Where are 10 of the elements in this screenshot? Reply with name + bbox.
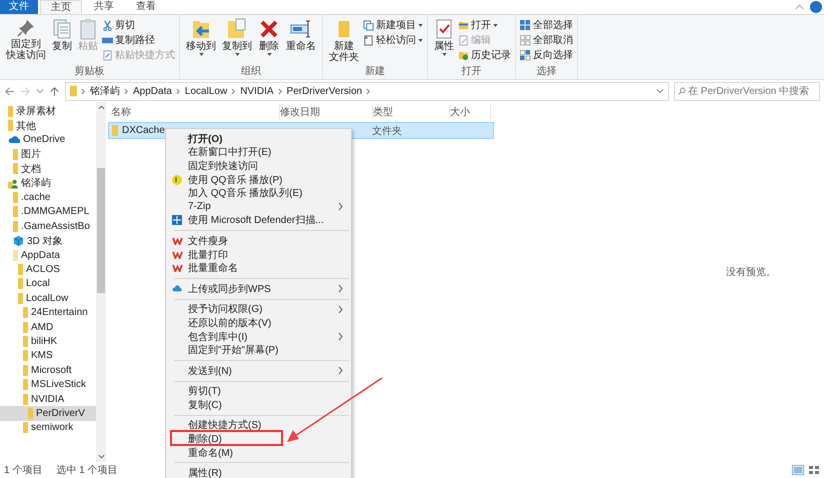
file-name: DXCache [122,125,165,136]
group-label: 打开 [460,66,482,79]
group-label: 选择 [536,66,558,79]
item-count: 1 个项目 [4,464,42,477]
preview-message: 没有预览。 [726,266,776,279]
group-label: 剪贴板 [74,66,106,79]
group-label: 组织 [240,66,262,79]
file-type: 文件夹 [372,124,403,138]
selection-count: 选中 1 个项目 [56,464,118,477]
group-label: 新建 [364,66,386,79]
